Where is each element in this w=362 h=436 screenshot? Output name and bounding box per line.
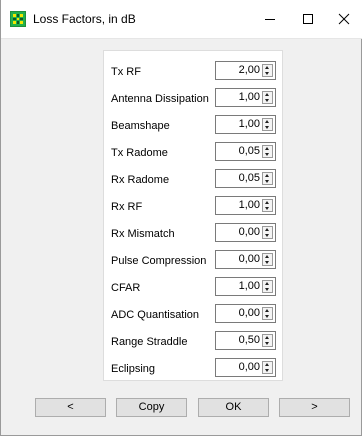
- spin-up-icon[interactable]: [263, 200, 272, 205]
- factor-value[interactable]: 0,00: [216, 226, 260, 238]
- spin-down-icon[interactable]: [263, 179, 272, 184]
- spin-arrows: [262, 226, 273, 239]
- factor-value[interactable]: 1,00: [216, 280, 260, 292]
- factor-row-rx-mismatch: Rx Mismatch 0,00: [104, 223, 284, 245]
- factor-spinbox[interactable]: 0,00: [215, 358, 276, 377]
- factor-row-eclipsing: Eclipsing 0,00: [104, 358, 284, 380]
- spin-down-icon[interactable]: [263, 341, 272, 346]
- factor-value[interactable]: 0,50: [216, 334, 260, 346]
- prev-button[interactable]: <: [35, 398, 106, 417]
- spin-arrows: [262, 91, 273, 104]
- spin-arrows: [262, 172, 273, 185]
- spin-down-icon[interactable]: [263, 314, 272, 319]
- spin-down-icon[interactable]: [263, 71, 272, 76]
- factor-spinbox[interactable]: 0,00: [215, 250, 276, 269]
- factor-label: Antenna Dissipation: [111, 93, 209, 105]
- factor-spinbox[interactable]: 1,00: [215, 88, 276, 107]
- factor-row-tx-radome: Tx Radome 0,05: [104, 142, 284, 164]
- next-button[interactable]: >: [279, 398, 350, 417]
- factor-row-cfar: CFAR 1,00: [104, 277, 284, 299]
- spin-down-icon[interactable]: [263, 98, 272, 103]
- spin-up-icon[interactable]: [263, 146, 272, 151]
- factor-spinbox[interactable]: 0,50: [215, 331, 276, 350]
- factor-label: Range Straddle: [111, 336, 188, 348]
- minimize-icon: [265, 19, 275, 20]
- factor-spinbox[interactable]: 1,00: [215, 196, 276, 215]
- spin-up-icon[interactable]: [263, 362, 272, 367]
- factor-spinbox[interactable]: 0,05: [215, 169, 276, 188]
- spin-down-icon[interactable]: [263, 233, 272, 238]
- factor-spinbox[interactable]: 2,00: [215, 61, 276, 80]
- spin-down-icon[interactable]: [263, 152, 272, 157]
- spin-up-icon[interactable]: [263, 254, 272, 259]
- spin-up-icon[interactable]: [263, 227, 272, 232]
- factor-spinbox[interactable]: 1,00: [215, 277, 276, 296]
- spin-arrows: [262, 145, 273, 158]
- spin-arrows: [262, 199, 273, 212]
- spin-up-icon[interactable]: [263, 65, 272, 70]
- factor-value[interactable]: 0,00: [216, 253, 260, 265]
- factor-label: Rx RF: [111, 201, 143, 213]
- close-button[interactable]: [321, 0, 362, 38]
- factor-label: Rx Radome: [111, 174, 170, 186]
- window-title: Loss Factors, in dB: [33, 12, 136, 26]
- factor-row-range-straddle: Range Straddle 0,50: [104, 331, 284, 353]
- spin-down-icon[interactable]: [263, 287, 272, 292]
- loss-factors-dialog: Loss Factors, in dB Tx RF 2,00 Antenna D…: [0, 0, 362, 436]
- copy-button[interactable]: Copy: [116, 398, 187, 417]
- factor-value[interactable]: 0,00: [216, 307, 260, 319]
- spin-arrows: [262, 307, 273, 320]
- spin-up-icon[interactable]: [263, 92, 272, 97]
- spin-down-icon[interactable]: [263, 260, 272, 265]
- factor-label: Eclipsing: [111, 363, 156, 375]
- grid-app-icon: [10, 11, 26, 27]
- factor-row-rx-rf: Rx RF 1,00: [104, 196, 284, 218]
- factor-label: CFAR: [111, 282, 141, 294]
- factor-value[interactable]: 0,05: [216, 145, 260, 157]
- spin-down-icon[interactable]: [263, 368, 272, 373]
- factor-spinbox[interactable]: 0,00: [215, 304, 276, 323]
- factor-value[interactable]: 2,00: [216, 64, 260, 76]
- spin-up-icon[interactable]: [263, 173, 272, 178]
- factor-spinbox[interactable]: 0,05: [215, 142, 276, 161]
- factor-value[interactable]: 1,00: [216, 91, 260, 103]
- factor-row-rx-radome: Rx Radome 0,05: [104, 169, 284, 191]
- ok-button[interactable]: OK: [198, 398, 269, 417]
- factor-label: Pulse Compression: [111, 255, 207, 267]
- factor-row-beamshape: Beamshape 1,00: [104, 115, 284, 137]
- factor-value[interactable]: 1,00: [216, 199, 260, 211]
- factor-label: Tx Radome: [111, 147, 168, 159]
- factor-value[interactable]: 0,05: [216, 172, 260, 184]
- factor-row-tx-rf: Tx RF 2,00: [104, 61, 284, 83]
- factor-row-adc-quantisation: ADC Quantisation 0,00: [104, 304, 284, 326]
- factor-row-antenna-dissipation: Antenna Dissipation 1,00: [104, 88, 284, 110]
- spin-down-icon[interactable]: [263, 206, 272, 211]
- spin-arrows: [262, 334, 273, 347]
- spin-arrows: [262, 361, 273, 374]
- spin-down-icon[interactable]: [263, 125, 272, 130]
- spin-arrows: [262, 253, 273, 266]
- maximize-icon: [303, 14, 313, 24]
- factor-label: Rx Mismatch: [111, 228, 175, 240]
- factor-row-pulse-compression: Pulse Compression 0,00: [104, 250, 284, 272]
- spin-up-icon[interactable]: [263, 119, 272, 124]
- spin-arrows: [262, 118, 273, 131]
- factor-spinbox[interactable]: 1,00: [215, 115, 276, 134]
- factor-value[interactable]: 1,00: [216, 118, 260, 130]
- factor-spinbox[interactable]: 0,00: [215, 223, 276, 242]
- close-icon: [338, 13, 350, 25]
- spin-up-icon[interactable]: [263, 308, 272, 313]
- spin-up-icon[interactable]: [263, 281, 272, 286]
- factor-label: Tx RF: [111, 66, 141, 78]
- factor-label: Beamshape: [111, 120, 170, 132]
- title-bar[interactable]: Loss Factors, in dB: [1, 0, 362, 39]
- spin-up-icon[interactable]: [263, 335, 272, 340]
- spin-arrows: [262, 64, 273, 77]
- loss-factors-panel: Tx RF 2,00 Antenna Dissipation 1,00 Beam…: [103, 50, 283, 381]
- factor-label: ADC Quantisation: [111, 309, 200, 321]
- factor-value[interactable]: 0,00: [216, 361, 260, 373]
- spin-arrows: [262, 280, 273, 293]
